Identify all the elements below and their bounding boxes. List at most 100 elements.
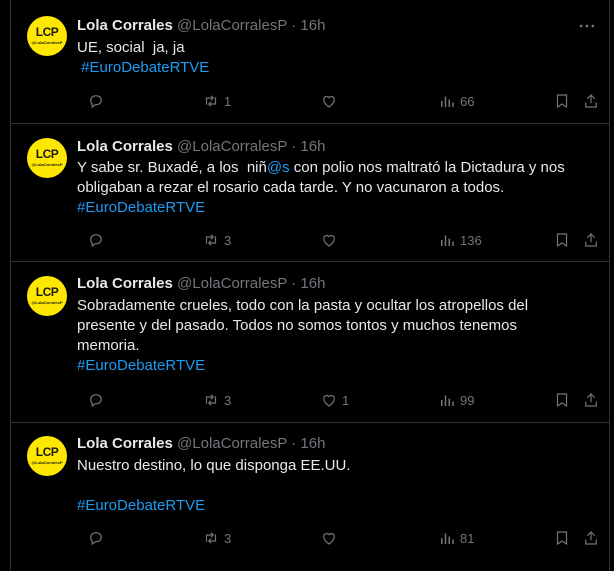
retweet-button[interactable]: 3: [202, 230, 231, 250]
avatar-logo-text: LCP: [35, 25, 59, 39]
hashtag-link[interactable]: #EuroDebateRTVE: [77, 497, 205, 514]
bookmark-button[interactable]: [553, 528, 571, 548]
tweet-line: Sobradamente crueles, todo con la pasta …: [77, 297, 529, 314]
action-bar: 1 66: [77, 91, 597, 111]
avatar[interactable]: LCP @LolaCorralesP: [27, 276, 67, 316]
timestamp[interactable]: 16h: [300, 435, 325, 452]
heart-icon: [323, 95, 335, 108]
tweet[interactable]: LCP @LolaCorralesP Lola Corrales @LolaCo…: [11, 262, 609, 423]
tweet-line: con polio nos maltrató la Dictadura y no…: [289, 159, 565, 176]
tweet-line: Y sabe sr. Buxadé, a los niñ: [77, 159, 267, 176]
reply-button[interactable]: [87, 390, 109, 410]
author-name[interactable]: Lola Corrales: [77, 138, 173, 155]
more-dots-icon[interactable]: [577, 16, 597, 36]
retweet-icon: [205, 394, 217, 406]
like-button[interactable]: [320, 528, 342, 548]
views-button[interactable]: 136: [438, 230, 482, 250]
author-name[interactable]: Lola Corrales: [77, 435, 173, 452]
author-handle[interactable]: @LolaCorralesP: [177, 435, 287, 452]
reply-button[interactable]: [87, 230, 109, 250]
tweet[interactable]: LCP @LolaCorralesP Lola Corrales @LolaCo…: [11, 0, 609, 124]
views-button[interactable]: 99: [438, 390, 474, 410]
author-handle[interactable]: @LolaCorralesP: [177, 17, 287, 34]
separator-dot: ·: [291, 275, 297, 292]
reply-button[interactable]: [87, 91, 109, 111]
avatar[interactable]: LCP @LolaCorralesP: [27, 138, 67, 178]
author-name[interactable]: Lola Corrales: [77, 17, 173, 34]
tweet-text: Nuestro destino, lo que disponga EE.UU. …: [77, 456, 597, 516]
like-button[interactable]: 1: [320, 390, 349, 410]
retweet-icon: [205, 532, 217, 544]
tweet-text: Y sabe sr. Buxadé, a los niñ@s con polio…: [77, 158, 597, 218]
views-button[interactable]: 66: [438, 91, 474, 111]
tweet-text: Sobradamente crueles, todo con la pasta …: [77, 296, 597, 376]
avatar-logo-text: LCP: [35, 445, 59, 459]
view-count: 136: [460, 232, 482, 248]
avatar-logo-text: LCP: [35, 285, 59, 299]
timeline: LCP @LolaCorralesP Lola Corrales @LolaCo…: [10, 0, 610, 571]
views-icon: [441, 96, 454, 107]
tweet-text: UE, social ja, ja #EuroDebateRTVE: [77, 38, 597, 78]
reply-icon: [90, 532, 102, 546]
avatar-logo-subtext: @LolaCorralesP: [31, 300, 63, 305]
retweet-count: 3: [224, 392, 232, 408]
retweet-count: 3: [224, 232, 232, 248]
reply-button[interactable]: [87, 528, 109, 548]
hashtag-link[interactable]: #EuroDebateRTVE: [77, 199, 205, 216]
views-icon: [441, 395, 454, 406]
like-button[interactable]: [320, 91, 342, 111]
mention-link[interactable]: @s: [267, 159, 290, 176]
views-icon: [441, 235, 454, 246]
reply-icon: [90, 394, 102, 408]
avatar[interactable]: LCP @LolaCorralesP: [27, 16, 67, 56]
views-button[interactable]: 81: [438, 528, 474, 548]
view-count: 81: [460, 530, 475, 546]
share-icon: [585, 94, 597, 108]
author-handle[interactable]: @LolaCorralesP: [177, 138, 287, 155]
timestamp[interactable]: 16h: [300, 138, 325, 155]
share-button[interactable]: [582, 230, 600, 250]
timestamp[interactable]: 16h: [300, 17, 325, 34]
author-name[interactable]: Lola Corrales: [77, 275, 173, 292]
tweet-line: UE, social ja, ja: [77, 39, 185, 56]
retweet-icon: [205, 234, 217, 246]
share-button[interactable]: [582, 528, 600, 548]
share-icon: [585, 233, 597, 247]
bookmark-icon: [556, 94, 568, 109]
tweet-line: obligaban a rezar el rosario cada tarde.…: [77, 179, 505, 196]
retweet-button[interactable]: 3: [202, 390, 231, 410]
share-button[interactable]: [582, 390, 600, 410]
tweet-line: presente y del pasado. Todos no somos to…: [77, 317, 517, 334]
view-count: 99: [460, 392, 475, 408]
heart-icon: [323, 532, 335, 545]
tweet-line: Nuestro destino, lo que disponga EE.UU.: [77, 457, 351, 474]
retweet-count: 1: [224, 93, 232, 109]
retweet-button[interactable]: 1: [202, 91, 231, 111]
tweet-header: Lola Corrales @LolaCorralesP · 16h: [77, 434, 325, 454]
view-count: 66: [460, 93, 475, 109]
tweet[interactable]: LCP @LolaCorralesP Lola Corrales @LolaCo…: [11, 423, 609, 571]
action-bar: 3 81: [77, 528, 597, 548]
avatar-logo-text: LCP: [35, 147, 59, 161]
retweet-button[interactable]: 3: [202, 528, 231, 548]
tweet-line: memoria.: [77, 337, 140, 354]
separator-dot: ·: [291, 138, 297, 155]
like-count: 1: [342, 392, 350, 408]
share-button[interactable]: [582, 91, 600, 111]
hashtag-link[interactable]: #EuroDebateRTVE: [77, 357, 205, 374]
retweet-icon: [205, 95, 217, 107]
heart-icon: [323, 394, 335, 407]
like-button[interactable]: [320, 230, 342, 250]
author-handle[interactable]: @LolaCorralesP: [177, 275, 287, 292]
bookmark-icon: [556, 233, 568, 248]
avatar[interactable]: LCP @LolaCorralesP: [27, 436, 67, 476]
avatar-logo-subtext: @LolaCorralesP: [31, 40, 63, 45]
hashtag-link[interactable]: #EuroDebateRTVE: [77, 59, 209, 76]
bookmark-button[interactable]: [553, 230, 571, 250]
reply-icon: [90, 234, 102, 248]
timestamp[interactable]: 16h: [300, 275, 325, 292]
bookmark-button[interactable]: [553, 91, 571, 111]
bookmark-button[interactable]: [553, 390, 571, 410]
tweet[interactable]: LCP @LolaCorralesP Lola Corrales @LolaCo…: [11, 124, 609, 262]
bookmark-icon: [556, 531, 568, 546]
